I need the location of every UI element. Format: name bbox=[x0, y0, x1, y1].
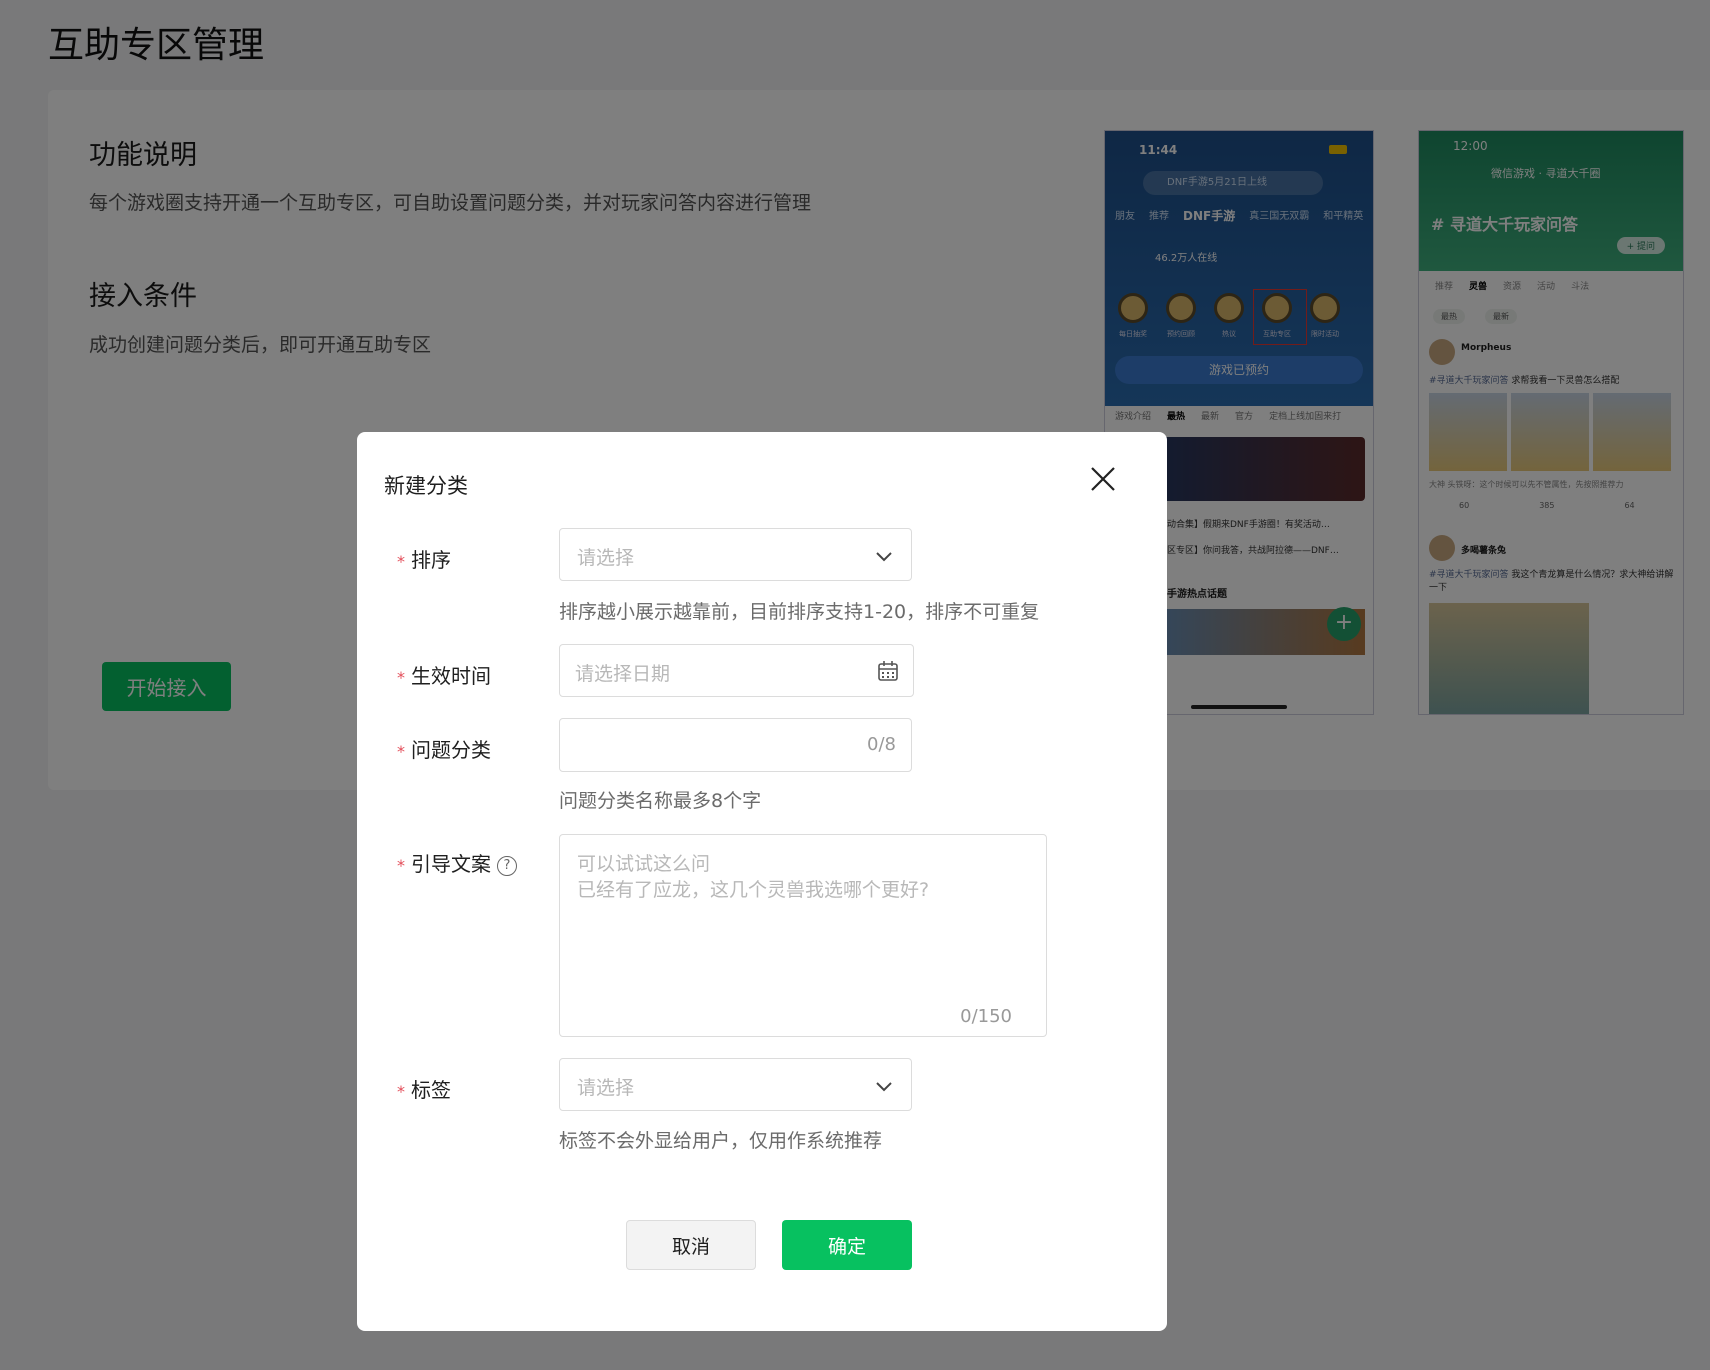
chevron-down-icon bbox=[876, 552, 892, 562]
required-mark: * bbox=[397, 1082, 405, 1101]
guide-placeholder-line1: 可以试试这么问 bbox=[577, 853, 711, 875]
close-button[interactable] bbox=[1086, 462, 1120, 496]
category-input[interactable]: 0/8 bbox=[559, 718, 912, 772]
tag-placeholder: 请选择 bbox=[577, 1077, 635, 1099]
date-picker[interactable]: 请选择日期 bbox=[559, 644, 914, 697]
category-hint: 问题分类名称最多8个字 bbox=[559, 790, 762, 812]
category-label: * 问题分类 bbox=[397, 734, 491, 763]
category-label-text: 问题分类 bbox=[411, 738, 491, 762]
sort-label-text: 排序 bbox=[411, 548, 451, 572]
time-label-text: 生效时间 bbox=[411, 664, 491, 688]
close-icon bbox=[1091, 467, 1115, 491]
new-category-dialog: 新建分类 * 排序 请选择 排序越小展示越靠前，目前排序支持1-20，排序不可重复… bbox=[357, 432, 1167, 1331]
sort-hint: 排序越小展示越靠前，目前排序支持1-20，排序不可重复 bbox=[559, 601, 1040, 623]
tag-select[interactable]: 请选择 bbox=[559, 1058, 912, 1111]
tag-label-text: 标签 bbox=[411, 1078, 451, 1102]
required-mark: * bbox=[397, 552, 405, 571]
required-mark: * bbox=[397, 668, 405, 687]
guide-counter: 0/150 bbox=[960, 1006, 1012, 1027]
guide-label: * 引导文案? bbox=[397, 848, 517, 877]
dialog-title: 新建分类 bbox=[384, 474, 468, 498]
guide-textarea[interactable]: 可以试试这么问 已经有了应龙，这几个灵兽我选哪个更好? 0/150 bbox=[559, 834, 1047, 1037]
chevron-down-icon bbox=[876, 1082, 892, 1092]
tag-label: * 标签 bbox=[397, 1074, 451, 1103]
tag-hint: 标签不会外显给用户，仅用作系统推荐 bbox=[559, 1130, 883, 1152]
category-counter: 0/8 bbox=[867, 734, 896, 755]
sort-label: * 排序 bbox=[397, 544, 451, 573]
help-icon[interactable]: ? bbox=[497, 856, 517, 876]
required-mark: * bbox=[397, 856, 405, 875]
required-mark: * bbox=[397, 742, 405, 761]
cancel-button[interactable]: 取消 bbox=[626, 1220, 756, 1270]
sort-select[interactable]: 请选择 bbox=[559, 528, 912, 581]
sort-placeholder: 请选择 bbox=[577, 547, 635, 569]
confirm-button[interactable]: 确定 bbox=[782, 1220, 912, 1270]
guide-label-text: 引导文案 bbox=[411, 852, 491, 876]
guide-placeholder-line2: 已经有了应龙，这几个灵兽我选哪个更好? bbox=[577, 879, 930, 901]
calendar-icon bbox=[878, 661, 898, 681]
date-placeholder: 请选择日期 bbox=[575, 663, 671, 685]
time-label: * 生效时间 bbox=[397, 660, 491, 689]
